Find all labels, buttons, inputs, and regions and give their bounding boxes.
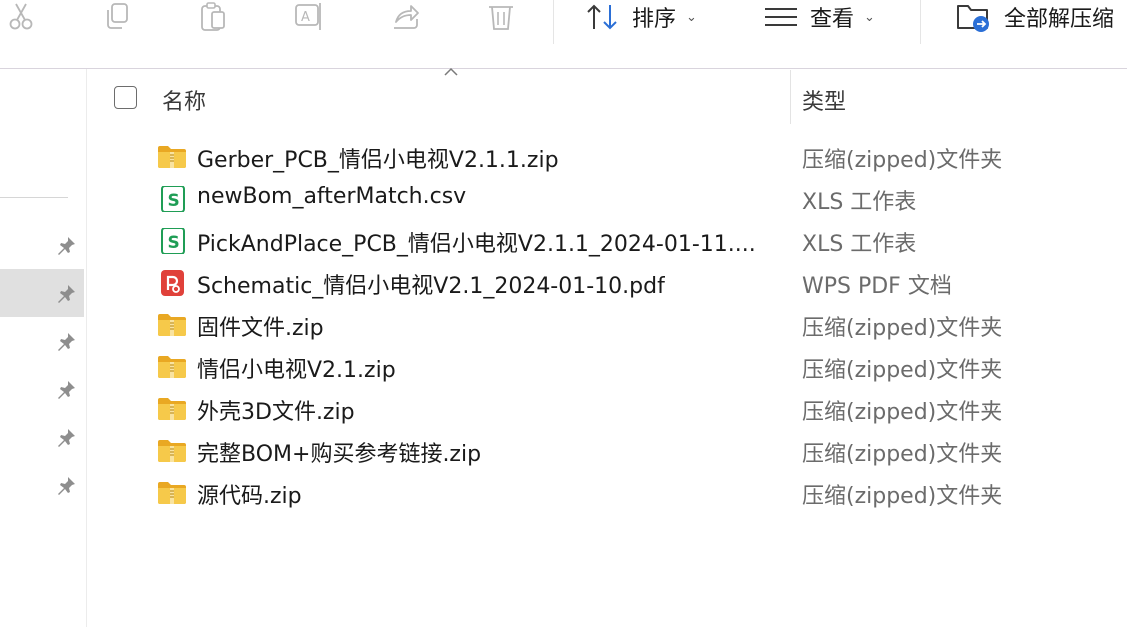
share-icon[interactable] (388, 0, 422, 34)
chevron-down-icon: ⌄ (864, 9, 875, 25)
file-row[interactable]: SnewBom_afterMatch.csv XLS 工作表 (150, 179, 1127, 221)
view-icon (765, 8, 797, 26)
pdf-icon (157, 270, 187, 296)
nav-divider (0, 197, 68, 198)
toolbar-separator (920, 0, 921, 44)
pin-icon[interactable] (54, 426, 78, 450)
extract-folder-icon (957, 5, 989, 32)
file-type: 压缩(zipped)文件夹 (802, 442, 1003, 467)
rename-icon[interactable]: A (292, 0, 326, 34)
navigation-pane (0, 69, 87, 627)
file-row[interactable]: 情侣小电视V2.1.zip 压缩(zipped)文件夹 (150, 347, 1127, 389)
file-type: WPS PDF 文档 (802, 274, 952, 299)
zip-folder-icon (157, 438, 187, 464)
file-type: XLS 工作表 (802, 232, 917, 257)
pin-icon[interactable] (54, 234, 78, 258)
view-label: 查看 (810, 7, 855, 32)
command-bar: A 排序 ⌄ 查看 ⌄ 全部解压缩 (0, 0, 1127, 46)
file-name[interactable]: 源代码.zip (197, 478, 302, 510)
file-type: XLS 工作表 (802, 190, 917, 215)
file-type: 压缩(zipped)文件夹 (802, 484, 1003, 509)
extract-all-button[interactable]: 全部解压缩 (956, 0, 1114, 34)
file-name[interactable]: Schematic_情侣小电视V2.1_2024-01-10.pdf (197, 268, 665, 300)
svg-text:A: A (301, 10, 310, 25)
pin-icon[interactable] (54, 282, 78, 306)
file-name[interactable]: 情侣小电视V2.1.zip (197, 352, 396, 384)
file-row[interactable]: S PickAndPlace_PCB_情侣小电视V2.1.1_2024-01-11… (150, 221, 1127, 263)
pin-icon[interactable] (54, 330, 78, 354)
file-row[interactable]: 源代码.zip 压缩(zipped)文件夹 (150, 473, 1127, 515)
file-name[interactable]: Gerber_PCB_情侣小电视V2.1.1.zip (197, 142, 559, 174)
zip-folder-icon (157, 354, 187, 380)
zip-folder-icon (157, 396, 187, 422)
toolbar-divider (0, 68, 1127, 69)
chevron-down-icon: ⌄ (686, 9, 697, 25)
zip-folder-icon (157, 312, 187, 338)
toolbar-separator (553, 0, 554, 44)
copy-icon[interactable] (100, 0, 134, 34)
zip-folder-icon (157, 144, 187, 170)
pin-icon[interactable] (54, 474, 78, 498)
extract-all-label: 全部解压缩 (1004, 7, 1115, 32)
file-row[interactable]: Gerber_PCB_情侣小电视V2.1.1.zip 压缩(zipped)文件夹 (150, 137, 1127, 179)
sort-label: 排序 (632, 7, 677, 32)
file-name[interactable]: 固件文件.zip (197, 310, 324, 342)
svg-text:S: S (168, 233, 180, 253)
spreadsheet-icon: S (157, 227, 187, 255)
view-button[interactable]: 查看 ⌄ (764, 0, 875, 34)
sort-icon (587, 4, 617, 30)
column-separator[interactable] (790, 70, 791, 124)
pin-icon[interactable] (54, 378, 78, 402)
file-row[interactable]: 固件文件.zip 压缩(zipped)文件夹 (150, 305, 1127, 347)
file-name[interactable]: newBom_afterMatch.csv (197, 184, 466, 209)
sort-ascending-icon (444, 67, 458, 76)
file-type: 压缩(zipped)文件夹 (802, 400, 1003, 425)
file-row[interactable]: Schematic_情侣小电视V2.1_2024-01-10.pdf WPS PD… (150, 263, 1127, 305)
column-header-name[interactable]: 名称 (162, 84, 206, 116)
delete-icon[interactable] (484, 0, 518, 34)
select-all-checkbox[interactable] (114, 86, 137, 109)
paste-icon[interactable] (196, 0, 230, 34)
sort-button[interactable]: 排序 ⌄ (586, 0, 697, 34)
column-header-type[interactable]: 类型 (802, 84, 846, 116)
file-type: 压缩(zipped)文件夹 (802, 316, 1003, 341)
file-type: 压缩(zipped)文件夹 (802, 148, 1003, 173)
file-row[interactable]: 外壳3D文件.zip 压缩(zipped)文件夹 (150, 389, 1127, 431)
svg-text:S: S (168, 191, 180, 211)
file-type: 压缩(zipped)文件夹 (802, 358, 1003, 383)
spreadsheet-icon: S (157, 185, 187, 213)
cut-icon[interactable] (4, 0, 38, 34)
zip-folder-icon (157, 480, 187, 506)
file-name[interactable]: PickAndPlace_PCB_情侣小电视V2.1.1_2024-01-11.… (197, 226, 756, 258)
file-row[interactable]: 完整BOM+购买参考链接.zip 压缩(zipped)文件夹 (150, 431, 1127, 473)
file-name[interactable]: 外壳3D文件.zip (197, 394, 355, 426)
file-name[interactable]: 完整BOM+购买参考链接.zip (197, 436, 481, 468)
